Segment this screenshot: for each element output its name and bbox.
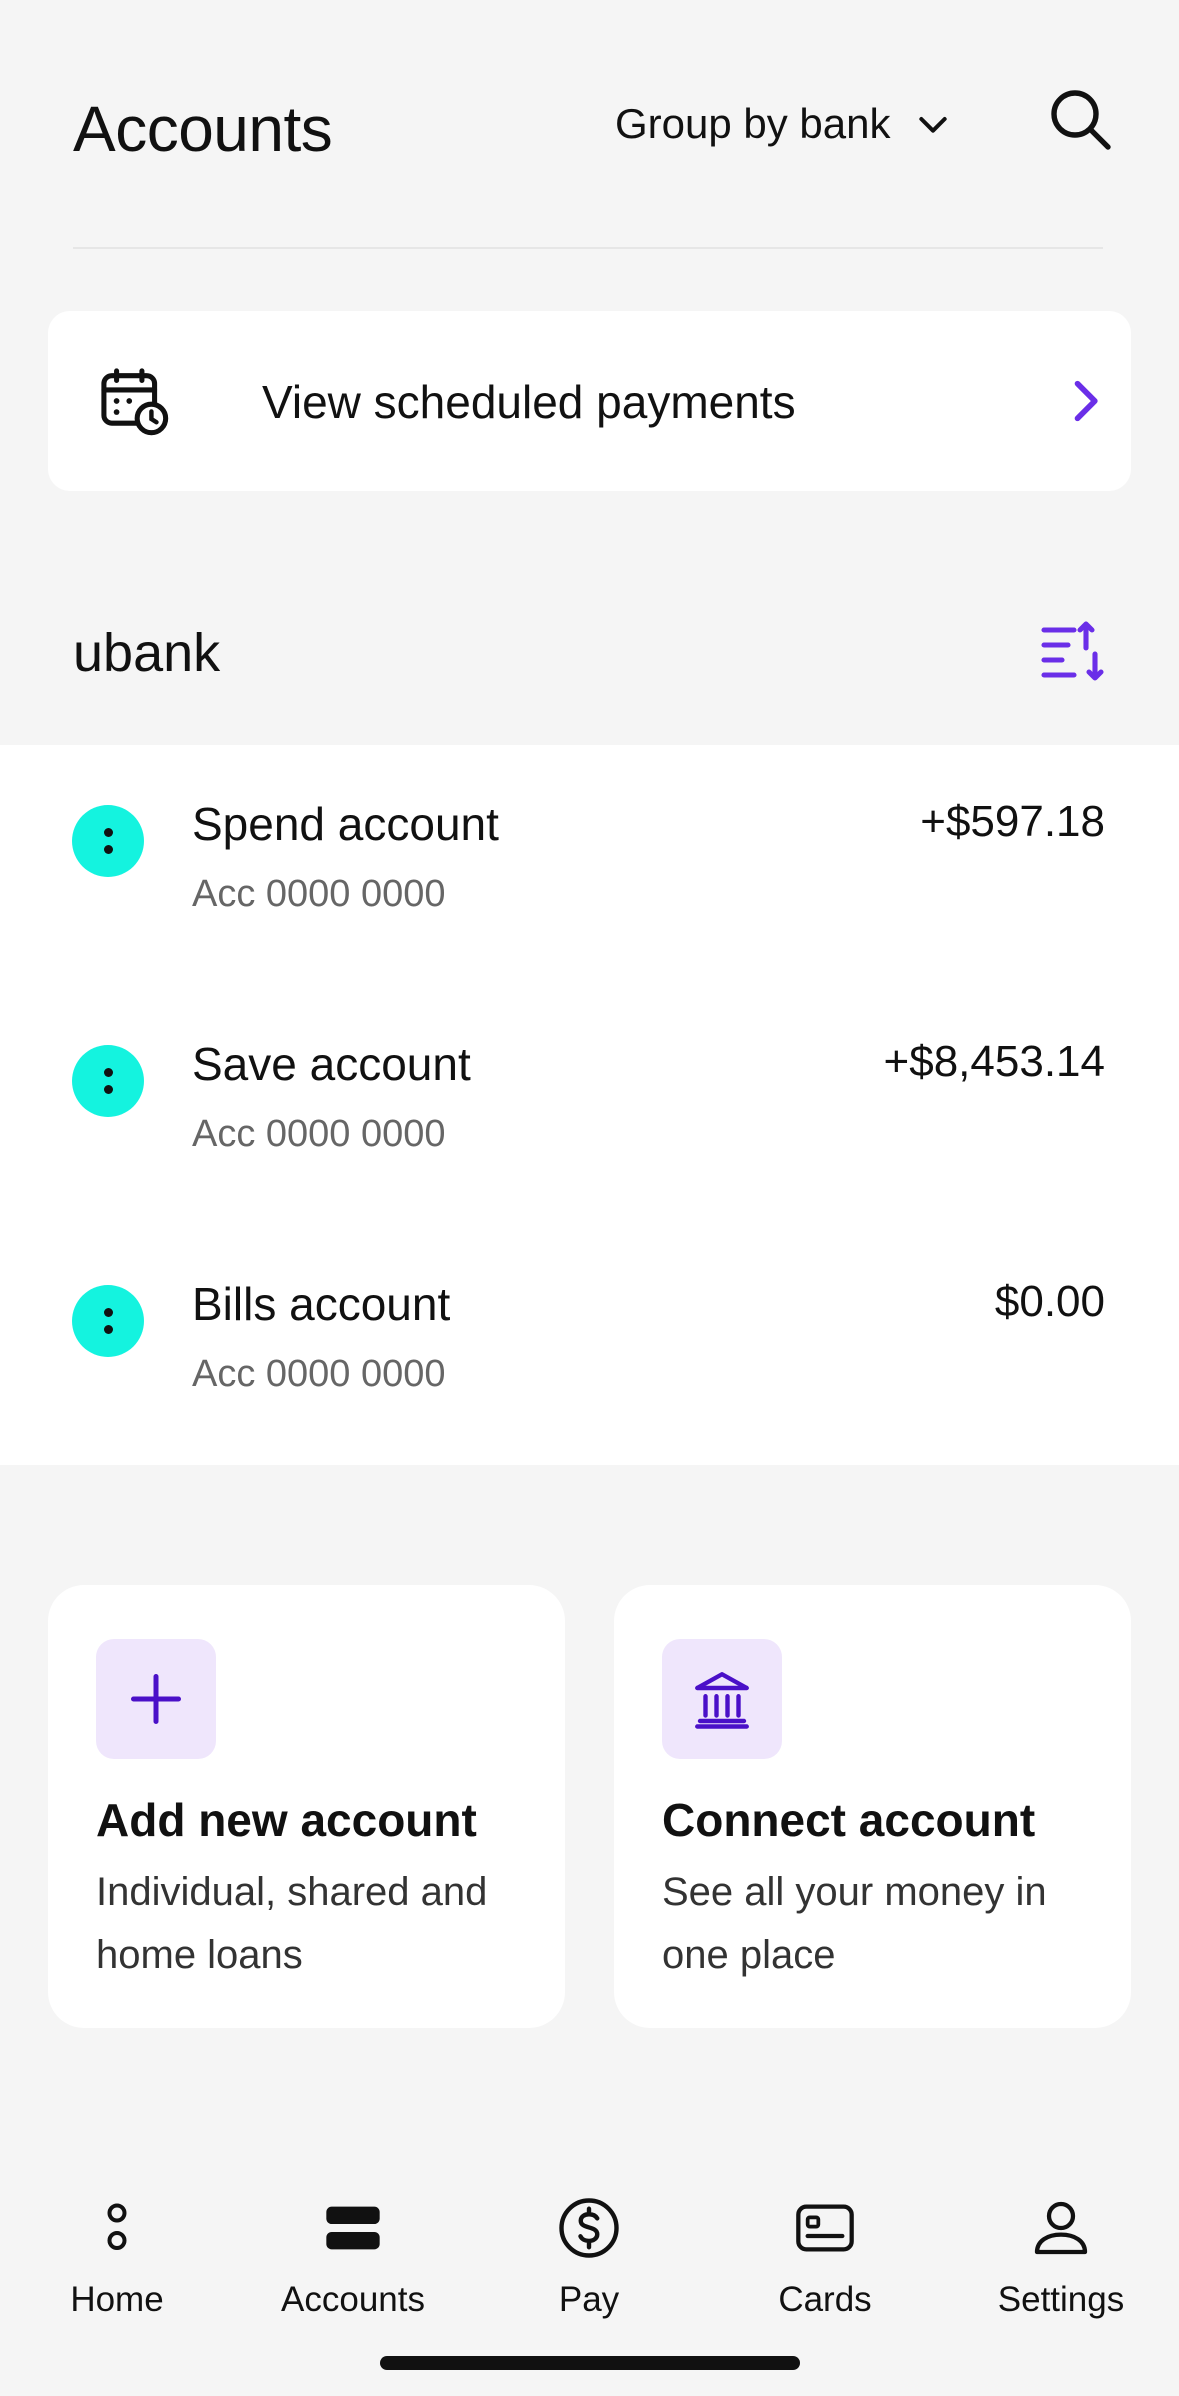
search-icon: [1051, 90, 1111, 150]
account-balance: +$597.18: [920, 797, 1105, 846]
user-icon: [1034, 2201, 1088, 2255]
connect-account-icon-tile: [662, 1639, 782, 1759]
home-icon: [107, 2203, 127, 2250]
account-name: Bills account: [192, 1278, 451, 1330]
tab-pay-label: Pay: [558, 2280, 620, 2319]
chevron-down-icon: [918, 117, 947, 133]
tab-cards-label: Cards: [778, 2280, 872, 2319]
tab-home-label: Home: [70, 2280, 164, 2319]
account-row-bills[interactable]: Bills account Acc 0000 0000 $0.00: [0, 1225, 1179, 1465]
tab-accounts[interactable]: Accounts: [253, 2170, 453, 2320]
scheduled-payments-label: View scheduled payments: [262, 376, 796, 428]
tab-accounts-label: Accounts: [281, 2280, 425, 2319]
account-number: Acc 0000 0000: [192, 1113, 446, 1155]
group-by-dropdown[interactable]: Group by bank: [615, 100, 953, 148]
page-title: Accounts: [73, 93, 333, 165]
tab-settings[interactable]: Settings: [961, 2170, 1161, 2320]
header: Accounts Group by bank: [0, 0, 1179, 250]
search-button[interactable]: [1045, 84, 1117, 156]
more-options-icon[interactable]: [72, 1285, 144, 1357]
add-new-account-description: Individual, shared and home loans: [96, 1870, 488, 1977]
chevron-right-icon: [1074, 380, 1098, 422]
tab-home[interactable]: Home: [17, 2170, 217, 2320]
add-new-account-title: Add new account: [96, 1794, 477, 1846]
add-new-account-card[interactable]: Add new account Individual, shared and h…: [48, 1585, 565, 2028]
pay-icon: [559, 2198, 619, 2258]
accounts-list: Spend account Acc 0000 0000 +$597.18 Sav…: [0, 745, 1179, 1465]
more-options-icon[interactable]: [72, 1045, 144, 1117]
accounts-icon: [326, 2206, 380, 2250]
tab-settings-label: Settings: [997, 2280, 1125, 2319]
connect-account-card[interactable]: Connect account See all your money in on…: [614, 1585, 1131, 2028]
account-name: Save account: [192, 1038, 471, 1090]
plus-icon: [131, 1674, 181, 1724]
header-divider: [73, 247, 1103, 249]
group-by-label: Group by bank: [615, 100, 891, 147]
account-row-spend[interactable]: Spend account Acc 0000 0000 +$597.18: [0, 745, 1179, 985]
card-icon: [796, 2204, 854, 2252]
sort-button[interactable]: [1035, 615, 1107, 687]
add-account-icon-tile: [96, 1639, 216, 1759]
account-name: Spend account: [192, 798, 499, 850]
account-number: Acc 0000 0000: [192, 1353, 446, 1395]
bank-name: ubank: [73, 623, 221, 683]
account-number: Acc 0000 0000: [192, 873, 446, 915]
connect-account-description: See all your money in one place: [662, 1870, 1047, 1977]
more-options-icon[interactable]: [72, 805, 144, 877]
home-indicator: [380, 2356, 800, 2370]
account-balance: $0.00: [994, 1277, 1105, 1326]
scheduled-payments-card[interactable]: View scheduled payments: [48, 311, 1131, 491]
sort-icon: [1041, 621, 1104, 681]
calendar-clock-icon: [101, 368, 169, 436]
tab-pay[interactable]: Pay: [489, 2170, 689, 2320]
bank-icon: [695, 1672, 749, 1729]
account-balance: +$8,453.14: [883, 1037, 1105, 1086]
tab-cards[interactable]: Cards: [725, 2170, 925, 2320]
connect-account-title: Connect account: [662, 1794, 1036, 1846]
account-row-save[interactable]: Save account Acc 0000 0000 +$8,453.14: [0, 985, 1179, 1225]
